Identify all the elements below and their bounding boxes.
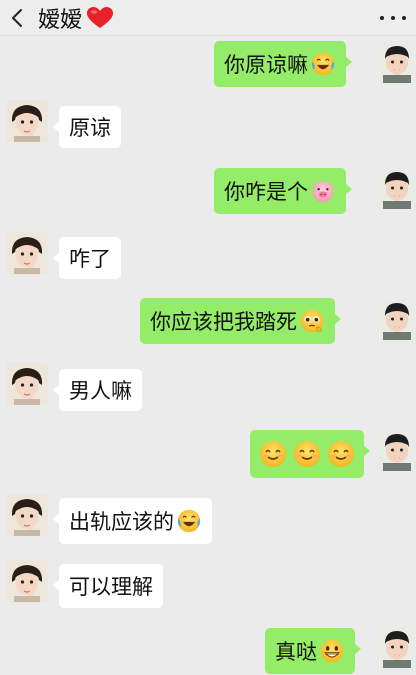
my-avatar[interactable] (376, 429, 416, 471)
message-text: 男人嘛 (69, 379, 132, 403)
contact-name: 嫒嫒 (38, 8, 83, 33)
heart-icon (87, 7, 114, 28)
more-options-button[interactable] (380, 6, 406, 30)
message-bubble-incoming[interactable]: 咋了 (53, 237, 121, 279)
message-text: 咋了 (69, 247, 111, 271)
message-list[interactable]: 你原谅嘛 原谅 你咋是个 咋了 你应该把我踏死 男人嘛 出轨应该的 可以理解 真… (0, 36, 416, 675)
pleading-emoji-icon (299, 308, 325, 334)
message-text: 真哒 (275, 640, 317, 664)
my-avatar[interactable] (376, 298, 416, 340)
message-text: 原谅 (69, 116, 111, 140)
my-avatar[interactable] (376, 626, 416, 668)
message-bubble-outgoing[interactable]: 你原谅嘛 (214, 41, 352, 87)
message-text: 出轨应该的 (69, 510, 174, 534)
contact-title[interactable]: 嫒嫒 (38, 2, 114, 34)
message-text: 可以理解 (69, 575, 153, 599)
dot-icon (380, 16, 384, 20)
contact-avatar[interactable] (6, 363, 48, 405)
message-bubble-outgoing[interactable] (250, 430, 370, 478)
message-bubble-outgoing[interactable]: 你咋是个 (214, 168, 352, 214)
message-bubble-incoming[interactable]: 可以理解 (53, 564, 163, 608)
message-text: 你原谅嘛 (224, 53, 308, 77)
message-bubble-outgoing[interactable]: 你应该把我踏死 (140, 298, 341, 344)
message-text: 你咋是个 (224, 180, 308, 204)
contact-avatar[interactable] (6, 232, 48, 274)
message-bubble-incoming[interactable]: 原谅 (53, 106, 121, 148)
pig-face-emoji-icon (310, 178, 336, 204)
message-bubble-incoming[interactable]: 出轨应该的 (53, 498, 212, 544)
chat-header: 嫒嫒 (0, 0, 416, 36)
message-bubble-outgoing[interactable]: 真哒 (265, 628, 361, 674)
smile-emoji-icon (292, 439, 322, 469)
my-avatar[interactable] (376, 41, 416, 83)
dot-icon (391, 16, 395, 20)
grin-emoji-icon (319, 638, 345, 664)
crying-laughing-emoji-icon (176, 508, 202, 534)
message-text: 你应该把我踏死 (150, 310, 297, 334)
contact-avatar[interactable] (6, 100, 48, 142)
contact-avatar[interactable] (6, 494, 48, 536)
crying-laughing-emoji-icon (310, 51, 336, 77)
dot-icon (402, 16, 406, 20)
my-avatar[interactable] (376, 167, 416, 209)
smile-emoji-icon (326, 439, 356, 469)
back-button[interactable] (8, 6, 26, 30)
chevron-left-icon (12, 9, 22, 27)
smile-emoji-icon (258, 439, 288, 469)
message-bubble-incoming[interactable]: 男人嘛 (53, 369, 142, 411)
contact-avatar[interactable] (6, 560, 48, 602)
